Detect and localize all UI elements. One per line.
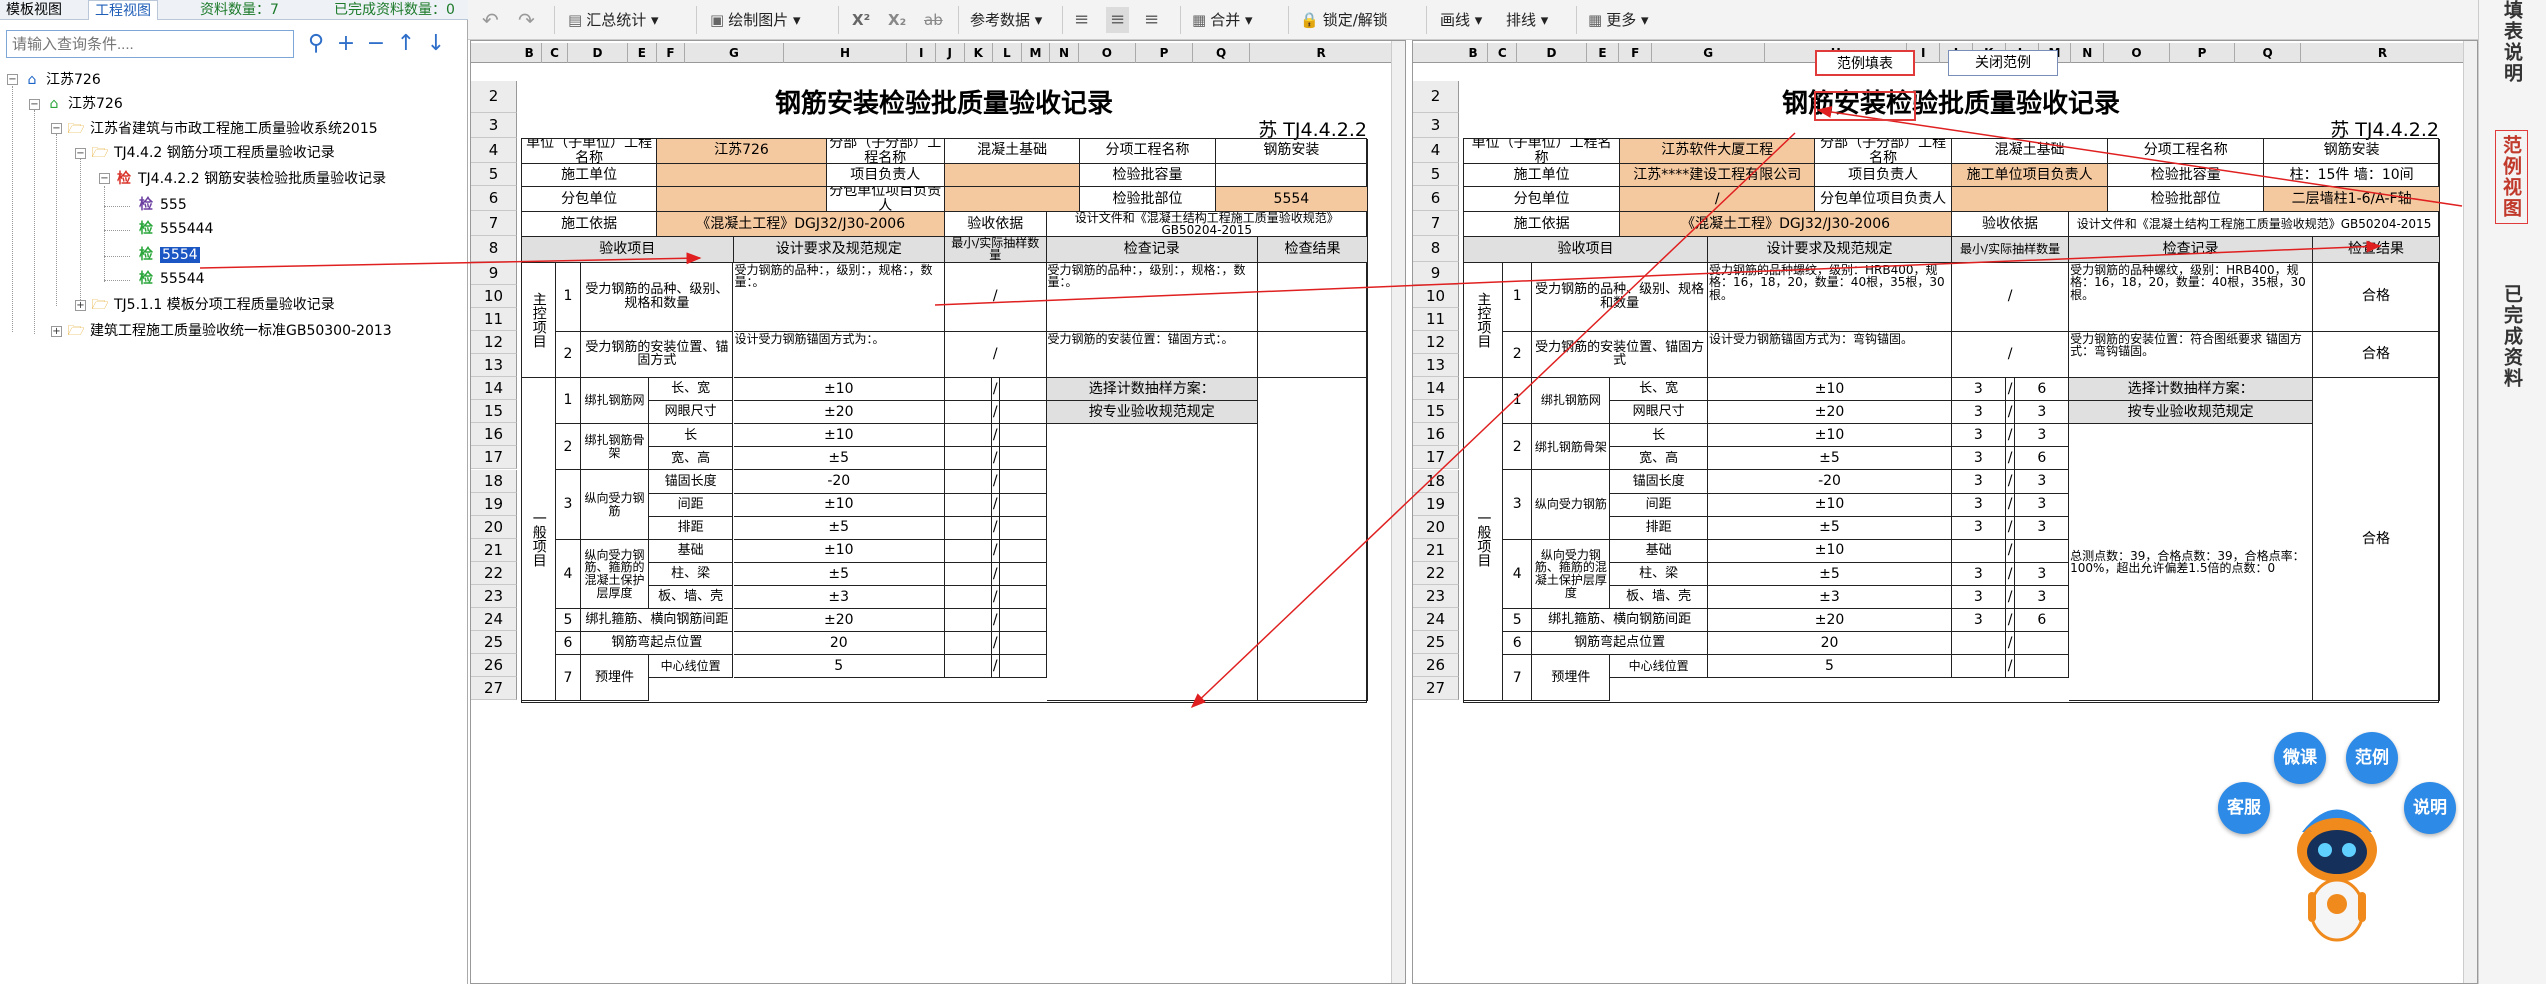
arrow-line [934,240,2382,306]
completed-data-tab[interactable]: 已完成资料 [2499,284,2526,389]
arrow-line [1190,132,1796,709]
right-strip: 填表说明 范例视图 已完成资料 [2478,0,2546,984]
service-button[interactable]: 客服 [2218,782,2270,834]
example-button[interactable]: 范例 [2346,732,2398,784]
annotation-arrows [199,91,2463,709]
robot-mascot-icon[interactable] [2292,792,2382,962]
example-view-tab[interactable]: 范例视图 [2495,130,2528,224]
table-description-tab[interactable]: 填表说明 [2499,0,2526,84]
arrow-line [1816,106,2463,207]
explain-button[interactable]: 说明 [2404,782,2456,834]
arrow-line [199,252,702,269]
micro-course-button[interactable]: 微课 [2274,732,2326,784]
highlight-box [1814,91,1916,121]
